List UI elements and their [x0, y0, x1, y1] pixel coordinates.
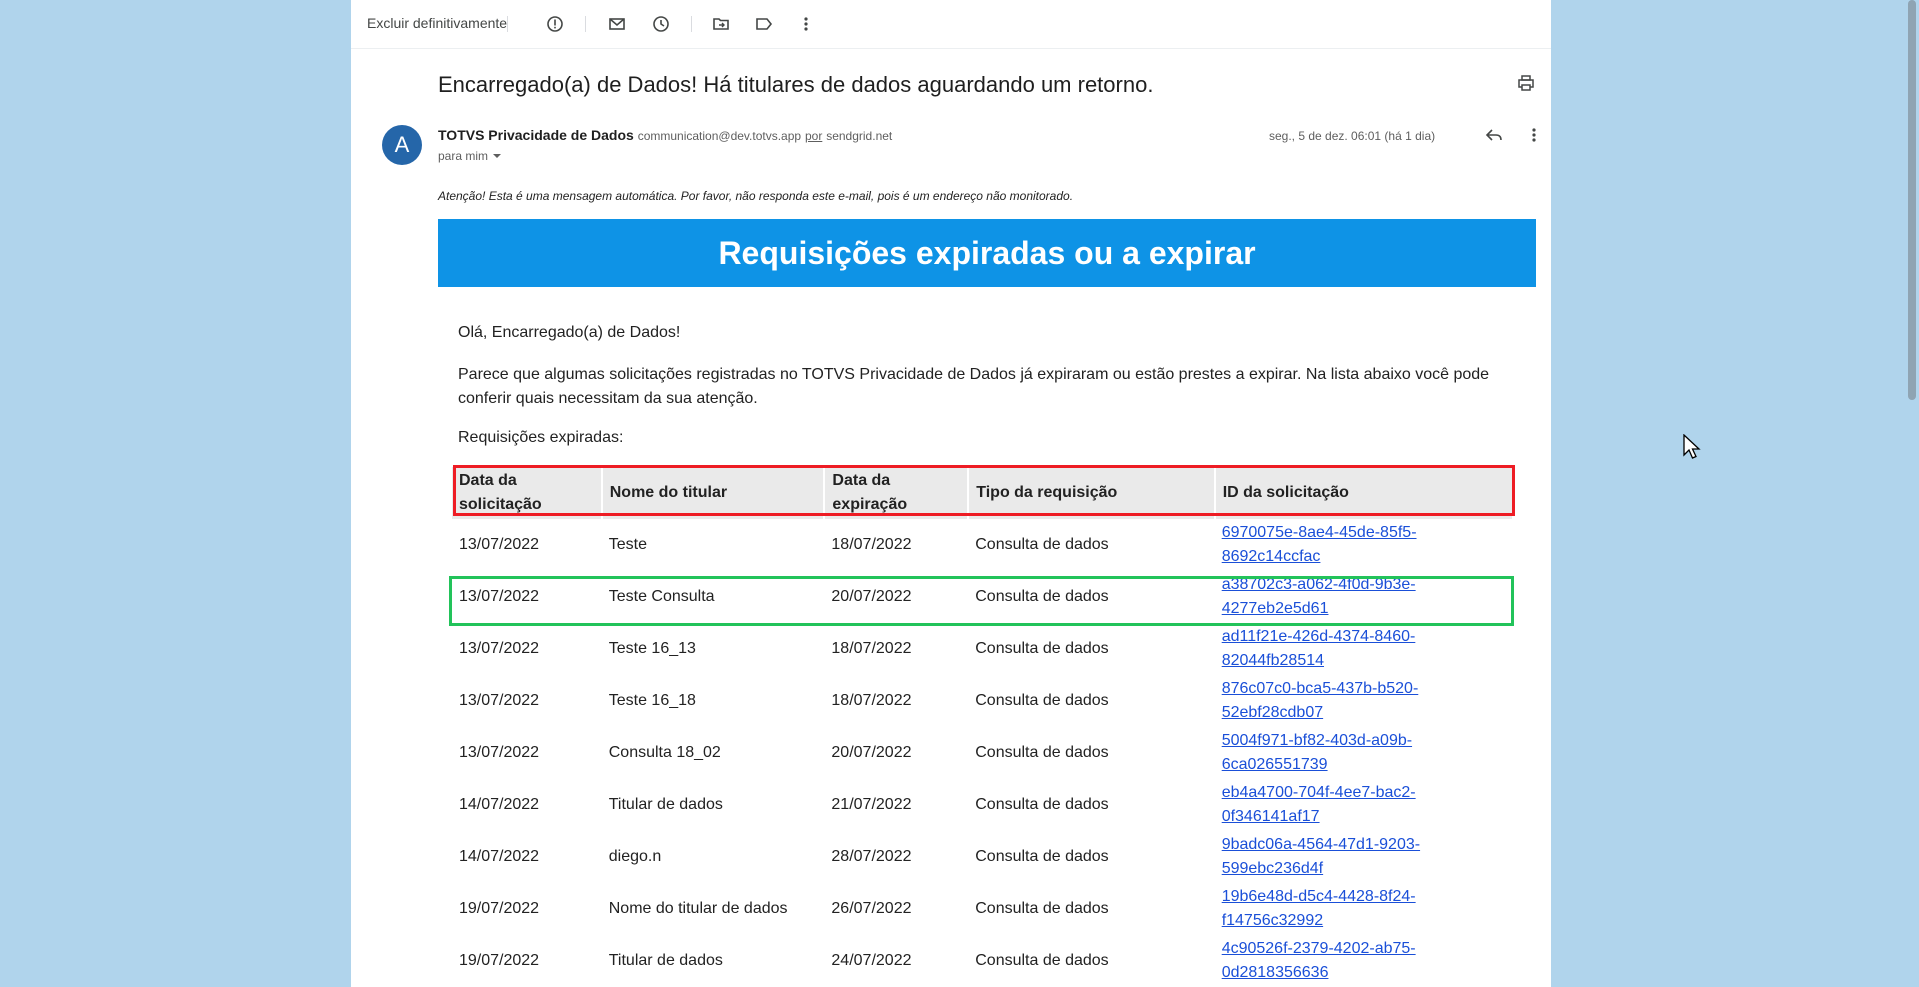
cell-request-type: Consulta de dados [975, 848, 1109, 865]
cell-expiry-date: 20/07/2022 [831, 744, 912, 761]
chevron-down-icon [493, 154, 502, 158]
sender-line: TOTVS Privacidade de Dados communication… [438, 127, 892, 143]
page-scrollbar[interactable] [1908, 0, 1916, 400]
cell-expiry-date: 18/07/2022 [831, 692, 912, 709]
table-row: 14/07/2022 Titular de dados 21/07/2022 C… [452, 779, 1513, 831]
message-more-icon[interactable] [1525, 126, 1543, 149]
cell-holder-name: Titular de dados [608, 952, 723, 969]
sender-name[interactable]: TOTVS Privacidade de Dados [438, 127, 634, 143]
recipient-label: para mim [438, 149, 489, 163]
header-highlight-box [453, 465, 1515, 516]
cell-request-id: 9badc06a-4564-47d1-9203-599ebc236d4f [1215, 831, 1513, 883]
reply-icon[interactable] [1485, 126, 1503, 149]
cell-request-id: 19b6e48d-d5c4-4428-8f24-f14756c32992 [1215, 883, 1513, 935]
email-toolbar: Excluir definitivamente [351, 0, 1551, 49]
via-label: por [804, 129, 823, 143]
recipient-dropdown[interactable]: para mim [438, 149, 502, 163]
cell-request-date: 13/07/2022 [459, 692, 540, 709]
delete-forever-button[interactable]: Excluir definitivamente [367, 15, 507, 31]
request-id-link[interactable]: eb4a4700-704f-4ee7-bac2-0f346141af17 [1222, 784, 1416, 825]
cell-expiry-date: 24/07/2022 [831, 952, 912, 969]
table-row: 13/07/2022 Teste 18/07/2022 Consulta de … [452, 519, 1513, 571]
request-id-link[interactable]: 19b6e48d-d5c4-4428-8f24-f14756c32992 [1222, 888, 1416, 929]
snooze-icon[interactable] [651, 14, 671, 34]
cell-holder-name: Teste [608, 536, 647, 553]
email-subject: Encarregado(a) de Dados! Há titulares de… [438, 72, 1154, 97]
cell-request-type: Consulta de dados [975, 536, 1109, 553]
cell-request-date: 19/07/2022 [459, 900, 540, 917]
row-highlight-box [449, 576, 1514, 626]
cell-request-date: 13/07/2022 [459, 744, 540, 761]
cell-holder-name: Nome do titular de dados [608, 900, 788, 917]
cell-request-type: Consulta de dados [975, 796, 1109, 813]
table-row: 19/07/2022 Nome do titular de dados 26/0… [452, 883, 1513, 935]
table-row: 13/07/2022 Teste 16_13 18/07/2022 Consul… [452, 623, 1513, 675]
cell-expiry-date: 26/07/2022 [831, 900, 912, 917]
request-id-link[interactable]: 5004f971-bf82-403d-a09b-6ca026551739 [1222, 732, 1412, 773]
request-id-link[interactable]: ad11f21e-426d-4374-8460-82044fb28514 [1222, 628, 1416, 669]
more-vert-icon[interactable] [796, 14, 816, 34]
mouse-cursor-icon [1683, 433, 1701, 465]
cell-request-id: 876c07c0-bca5-437b-b520-52ebf28cdb07 [1215, 675, 1513, 727]
cell-request-id: eb4a4700-704f-4ee7-bac2-0f346141af17 [1215, 779, 1513, 831]
table-row: 19/07/2022 Titular de dados 24/07/2022 C… [452, 935, 1513, 987]
cell-request-type: Consulta de dados [975, 692, 1109, 709]
request-id-link[interactable]: 9badc06a-4564-47d1-9203-599ebc236d4f [1222, 836, 1420, 877]
toolbar-divider [585, 16, 586, 32]
intro-paragraph: Parece que algumas solicitações registra… [458, 366, 1490, 407]
request-id-link[interactable]: 4c90526f-2379-4202-ab75-0d2818356636 [1222, 940, 1416, 981]
table-row: 14/07/2022 diego.n 28/07/2022 Consulta d… [452, 831, 1513, 883]
cell-expiry-date: 28/07/2022 [831, 848, 912, 865]
report-spam-icon[interactable] [545, 14, 565, 34]
cell-request-type: Consulta de dados [975, 952, 1109, 969]
cell-expiry-date: 18/07/2022 [831, 536, 912, 553]
cell-request-id: 6970075e-8ae4-45de-85f5-8692c14ccfac [1215, 519, 1513, 571]
cell-holder-name: Titular de dados [608, 796, 723, 813]
cell-expiry-date: 21/07/2022 [831, 796, 912, 813]
greeting-text: Olá, Encarregado(a) de Dados! [458, 324, 681, 341]
print-icon[interactable] [1517, 74, 1535, 97]
cell-request-type: Consulta de dados [975, 744, 1109, 761]
request-id-link[interactable]: 6970075e-8ae4-45de-85f5-8692c14ccfac [1222, 524, 1417, 565]
sender-email: communication@dev.totvs.app [637, 129, 802, 143]
cell-request-date: 19/07/2022 [459, 952, 540, 969]
cell-request-date: 14/07/2022 [459, 796, 540, 813]
cell-request-date: 13/07/2022 [459, 536, 540, 553]
cell-holder-name: Teste 16_18 [608, 692, 696, 709]
table-row: 13/07/2022 Consulta 18_02 20/07/2022 Con… [452, 727, 1513, 779]
cell-request-id: ad11f21e-426d-4374-8460-82044fb28514 [1215, 623, 1513, 675]
cell-request-date: 14/07/2022 [459, 848, 540, 865]
cell-request-id: 4c90526f-2379-4202-ab75-0d2818356636 [1215, 935, 1513, 987]
cell-expiry-date: 18/07/2022 [831, 640, 912, 657]
cell-request-type: Consulta de dados [975, 640, 1109, 657]
cell-holder-name: diego.n [608, 848, 662, 865]
toolbar-divider [507, 16, 508, 32]
mark-unread-icon[interactable] [607, 14, 627, 34]
request-id-link[interactable]: 876c07c0-bca5-437b-b520-52ebf28cdb07 [1222, 680, 1419, 721]
email-date: seg., 5 de dez. 06:01 (há 1 dia) [1269, 129, 1436, 143]
cell-request-id: 5004f971-bf82-403d-a09b-6ca026551739 [1215, 727, 1513, 779]
via-domain: sendgrid.net [826, 129, 893, 143]
email-banner: Requisições expiradas ou a expirar [438, 219, 1536, 287]
cell-holder-name: Teste 16_13 [608, 640, 696, 657]
cell-request-date: 13/07/2022 [459, 640, 540, 657]
section-label: Requisições expiradas: [458, 429, 624, 446]
banner-title: Requisições expiradas ou a expirar [718, 234, 1256, 271]
toolbar-divider [691, 16, 692, 32]
expired-requests-table: Data da solicitação Nome do titular Data… [452, 467, 1515, 987]
move-to-icon[interactable] [711, 14, 731, 34]
sender-avatar[interactable]: A [382, 125, 422, 165]
automated-notice: Atenção! Esta é uma mensagem automática.… [438, 189, 1074, 203]
label-icon[interactable] [754, 14, 774, 34]
cell-holder-name: Consulta 18_02 [608, 744, 721, 761]
cell-request-type: Consulta de dados [975, 900, 1109, 917]
table-row: 13/07/2022 Teste 16_18 18/07/2022 Consul… [452, 675, 1513, 727]
